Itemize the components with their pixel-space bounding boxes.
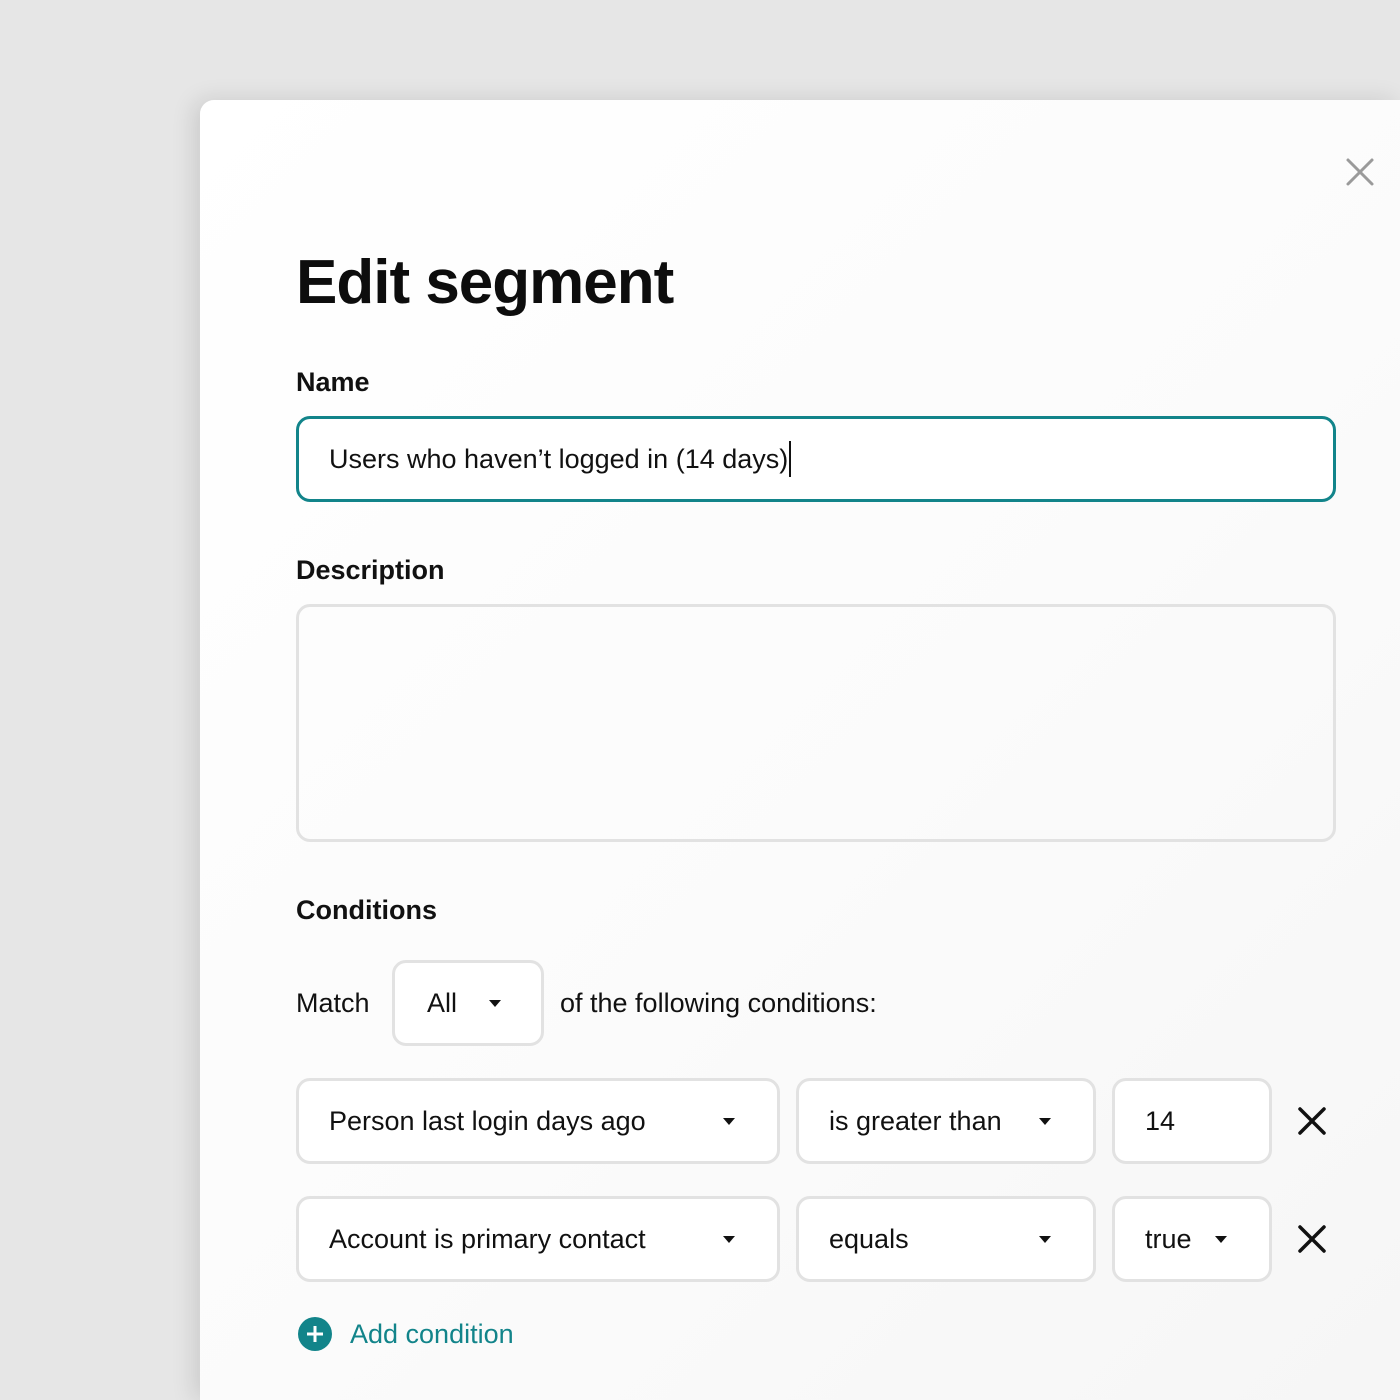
chevron-down-icon bbox=[1215, 1235, 1227, 1243]
page-title: Edit segment bbox=[296, 248, 674, 317]
name-input-value: Users who haven’t logged in (14 days) bbox=[329, 443, 789, 474]
match-prefix: Match bbox=[296, 987, 370, 1018]
close-icon[interactable] bbox=[1340, 152, 1380, 192]
condition-property-value: Account is primary contact bbox=[329, 1223, 646, 1254]
edit-segment-modal: Edit segment Name Users who haven’t logg… bbox=[200, 100, 1400, 1400]
condition-property-select[interactable]: Account is primary contact bbox=[296, 1196, 780, 1282]
description-label: Description bbox=[296, 555, 445, 585]
condition-property-value: Person last login days ago bbox=[329, 1105, 646, 1136]
conditions-label: Conditions bbox=[296, 895, 437, 925]
match-row: Match bbox=[296, 960, 370, 1046]
plus-circle-icon bbox=[298, 1317, 332, 1351]
match-select-value: All bbox=[427, 987, 458, 1018]
condition-value: 14 bbox=[1145, 1105, 1176, 1136]
text-cursor bbox=[789, 441, 792, 477]
match-suffix: of the following conditions: bbox=[560, 987, 877, 1018]
condition-operator-value: is greater than bbox=[829, 1105, 1002, 1136]
condition-operator-select[interactable]: is greater than bbox=[796, 1078, 1096, 1164]
condition-operator-value: equals bbox=[829, 1223, 909, 1254]
condition-value: true bbox=[1145, 1223, 1192, 1254]
remove-condition-icon[interactable] bbox=[1292, 1101, 1332, 1141]
condition-property-select[interactable]: Person last login days ago bbox=[296, 1078, 780, 1164]
name-label: Name bbox=[296, 367, 370, 397]
add-condition-label: Add condition bbox=[350, 1318, 514, 1349]
match-select[interactable]: All bbox=[392, 960, 544, 1046]
chevron-down-icon bbox=[1039, 1235, 1051, 1243]
chevron-down-icon bbox=[1039, 1117, 1051, 1125]
add-condition-button[interactable]: Add condition bbox=[296, 1314, 514, 1354]
name-input[interactable]: Users who haven’t logged in (14 days) bbox=[296, 416, 1336, 502]
remove-condition-icon[interactable] bbox=[1292, 1219, 1332, 1259]
match-suffix-row: of the following conditions: bbox=[560, 960, 877, 1046]
condition-value-select[interactable]: true bbox=[1112, 1196, 1272, 1282]
condition-value-input[interactable]: 14 bbox=[1112, 1078, 1272, 1164]
chevron-down-icon bbox=[723, 1117, 735, 1125]
description-textarea[interactable] bbox=[296, 604, 1336, 842]
chevron-down-icon bbox=[489, 999, 501, 1007]
condition-operator-select[interactable]: equals bbox=[796, 1196, 1096, 1282]
chevron-down-icon bbox=[723, 1235, 735, 1243]
